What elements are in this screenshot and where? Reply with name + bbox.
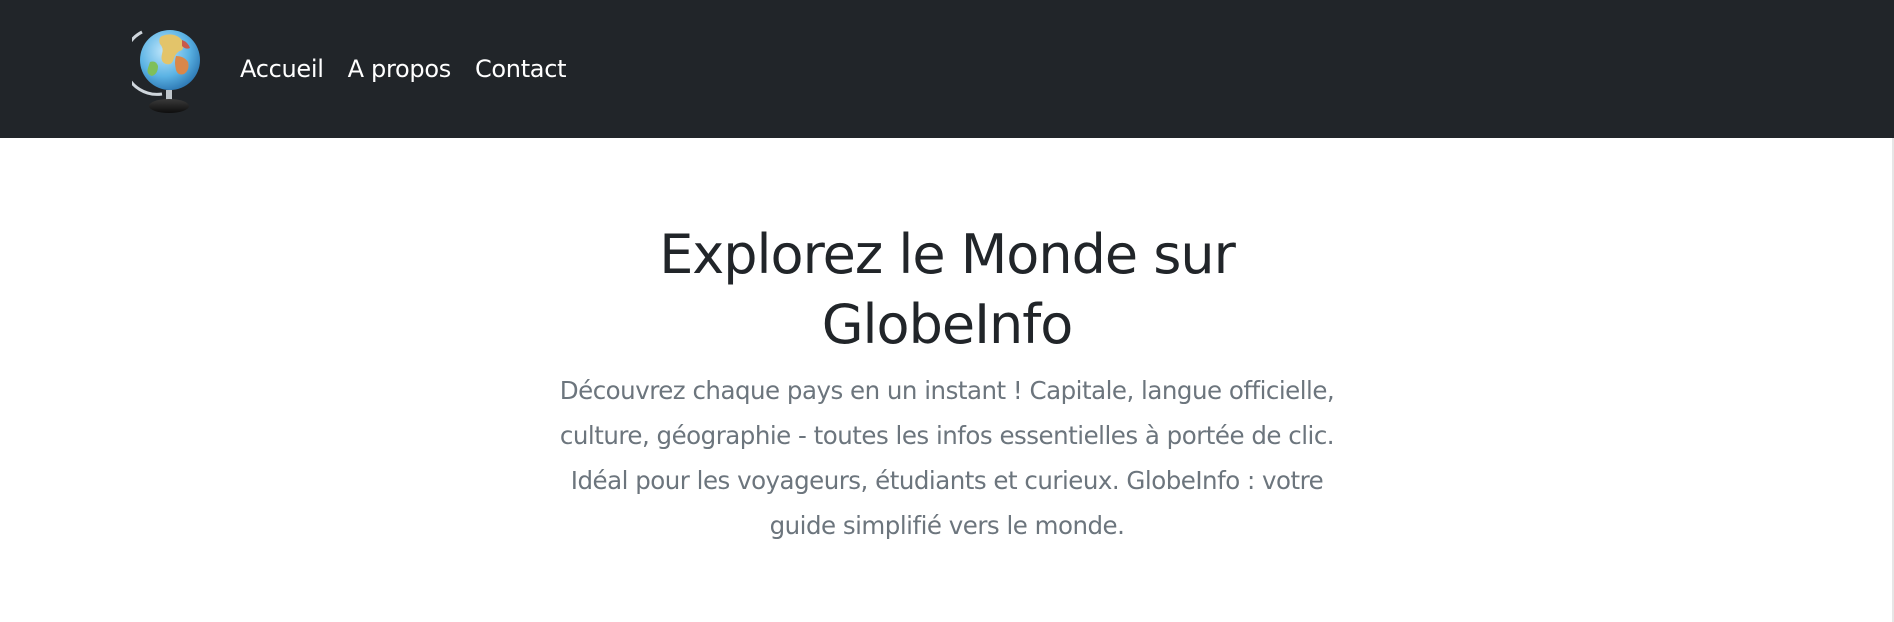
nav-links: Accueil A propos Contact	[240, 0, 590, 138]
nav-link-a-propos[interactable]: A propos	[348, 55, 452, 83]
nav-link-contact[interactable]: Contact	[475, 55, 567, 83]
hero-section: Explorez le Monde sur GlobeInfo Découvre…	[547, 220, 1347, 548]
hero-description: Découvrez chaque pays en un instant ! Ca…	[559, 376, 1335, 540]
page-title: Explorez le Monde sur GlobeInfo	[659, 223, 1236, 356]
navbar: Accueil A propos Contact	[0, 0, 1894, 138]
globe-icon[interactable]	[122, 22, 208, 116]
nav-link-accueil[interactable]: Accueil	[240, 55, 324, 83]
